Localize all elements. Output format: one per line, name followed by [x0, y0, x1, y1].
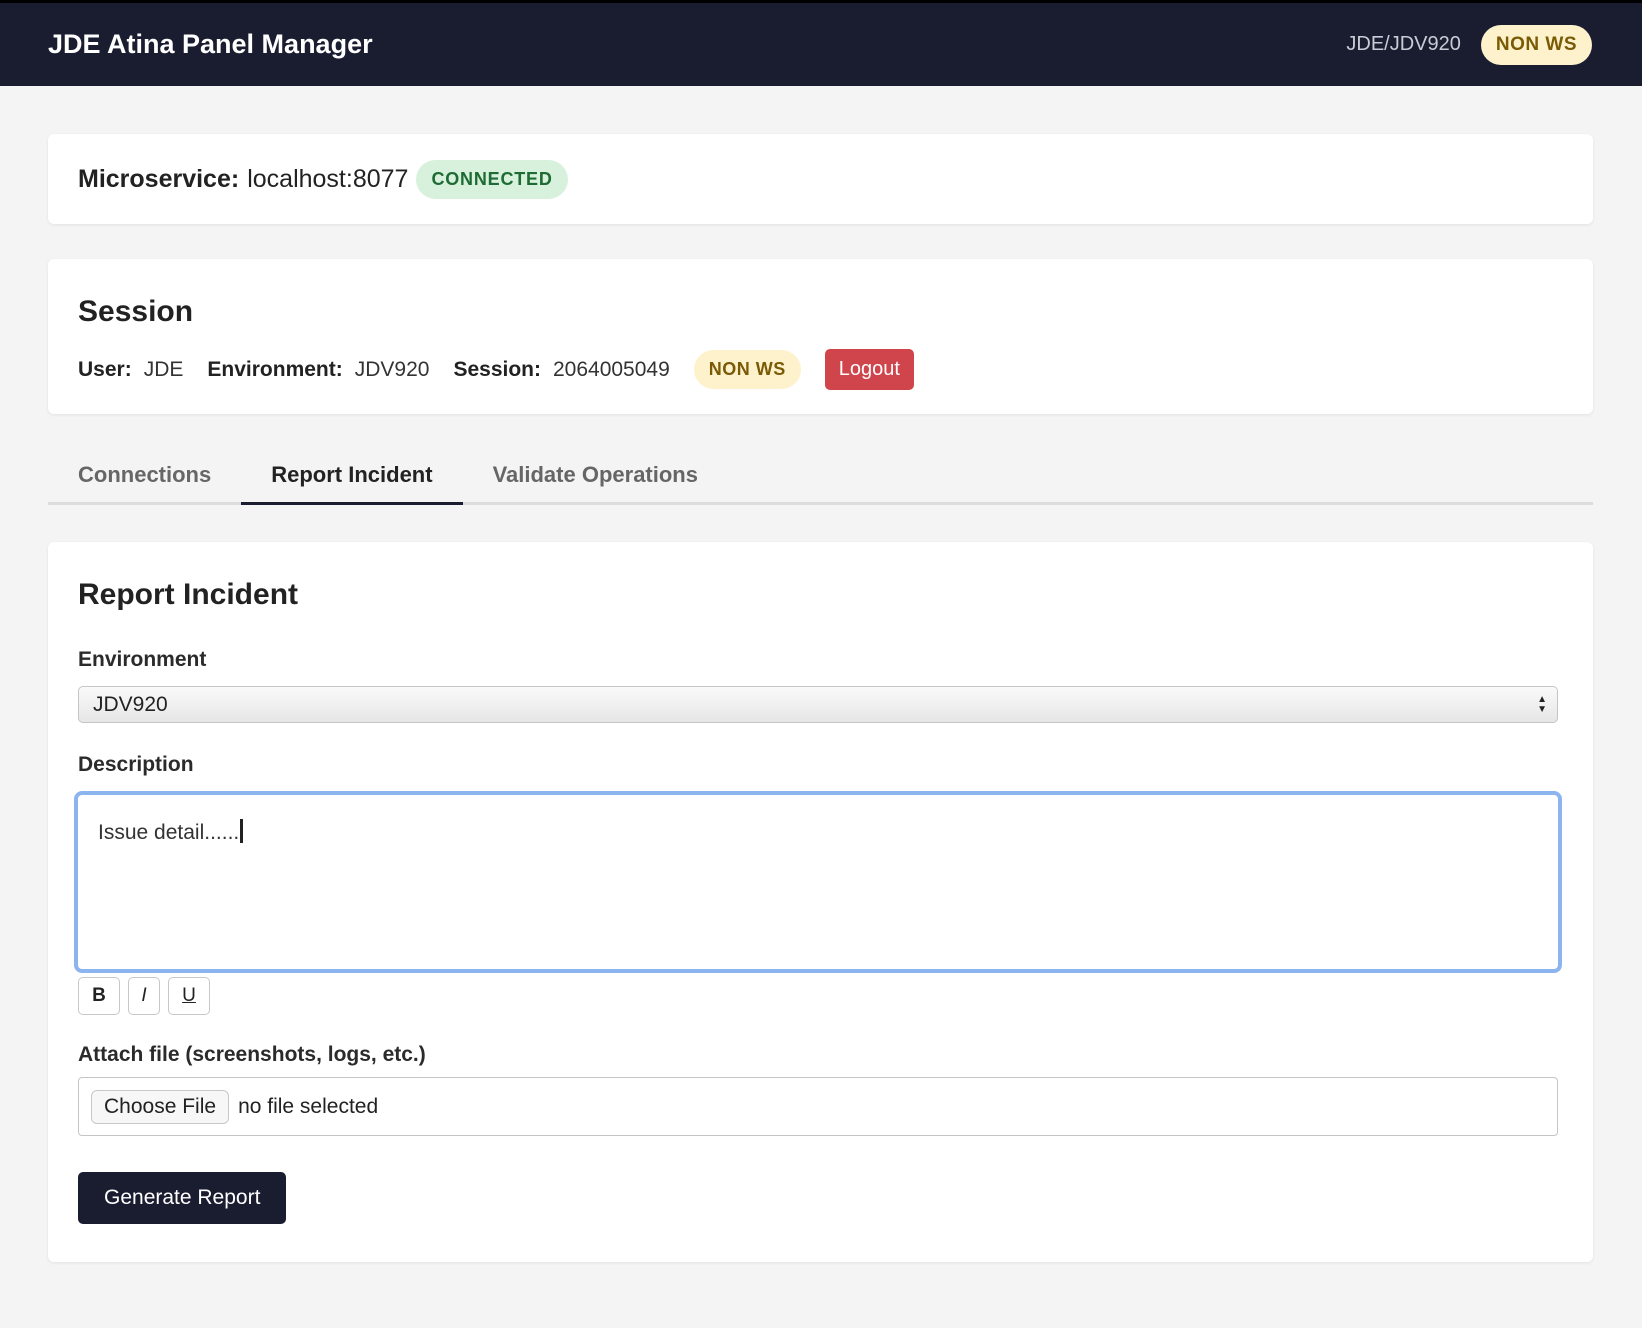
tab-report-incident[interactable]: Report Incident [241, 462, 463, 505]
session-id: 2064005049 [552, 357, 670, 381]
description-field-label: Description [78, 753, 194, 776]
report-incident-card: Report Incident Environment JDV920 ▲ ▼ De… [48, 542, 1593, 1262]
file-input: Choose File no file selected [78, 1077, 1558, 1136]
tab-bar: Connections Report Incident Validate Ope… [48, 440, 1593, 505]
user-label: User: [78, 357, 132, 381]
bold-button[interactable]: B [78, 977, 120, 1015]
attach-file-label: Attach file (screenshots, logs, etc.) [78, 1043, 426, 1066]
microservice-host: localhost:8077 [247, 164, 409, 193]
connection-status-badge: CONNECTED [416, 159, 568, 199]
microservice-card: Microservice: localhost:8077 CONNECTED [48, 134, 1593, 224]
environment-label: Environment: [207, 357, 343, 381]
app-title: JDE Atina Panel Manager [48, 29, 373, 59]
file-status: no file selected [238, 1094, 379, 1118]
italic-button[interactable]: I [128, 977, 160, 1015]
session-title: Session [78, 295, 194, 328]
environment-field-label: Environment [78, 648, 207, 671]
top-bar: JDE Atina Panel Manager JDE/JDV920 NON W… [0, 0, 1642, 86]
select-arrows-icon: ▲ ▼ [1537, 693, 1547, 715]
environment-value: JDV920 [354, 357, 430, 381]
session-info-row: User: JDE Environment: JDV920 Session: 2… [78, 349, 1563, 390]
logout-button[interactable]: Logout [824, 349, 914, 390]
generate-report-button[interactable]: Generate Report [78, 1172, 287, 1224]
mode-badge: NON WS [1480, 24, 1592, 65]
topbar-right: JDE/JDV920 NON WS [1346, 24, 1592, 65]
choose-file-button[interactable]: Choose File [91, 1089, 230, 1124]
microservice-label: Microservice: [78, 164, 240, 193]
user-value: JDE [143, 357, 184, 381]
environment-select-value: JDV920 [93, 692, 168, 716]
description-textarea[interactable]: Issue detail...... [74, 791, 1562, 973]
format-toolbar: B I U [78, 977, 1563, 1015]
session-label: Session: [453, 357, 541, 381]
env-path: JDE/JDV920 [1346, 33, 1461, 55]
tab-validate-operations[interactable]: Validate Operations [463, 462, 728, 502]
text-caret [240, 819, 244, 843]
report-title: Report Incident [78, 578, 299, 611]
underline-button[interactable]: U [168, 977, 210, 1015]
description-text: Issue detail...... [98, 821, 240, 844]
tab-connections[interactable]: Connections [48, 462, 241, 502]
environment-select[interactable]: JDV920 ▲ ▼ [78, 686, 1558, 723]
session-mode-badge: NON WS [693, 350, 801, 389]
session-card: Session User: JDE Environment: JDV920 Se… [48, 259, 1593, 414]
